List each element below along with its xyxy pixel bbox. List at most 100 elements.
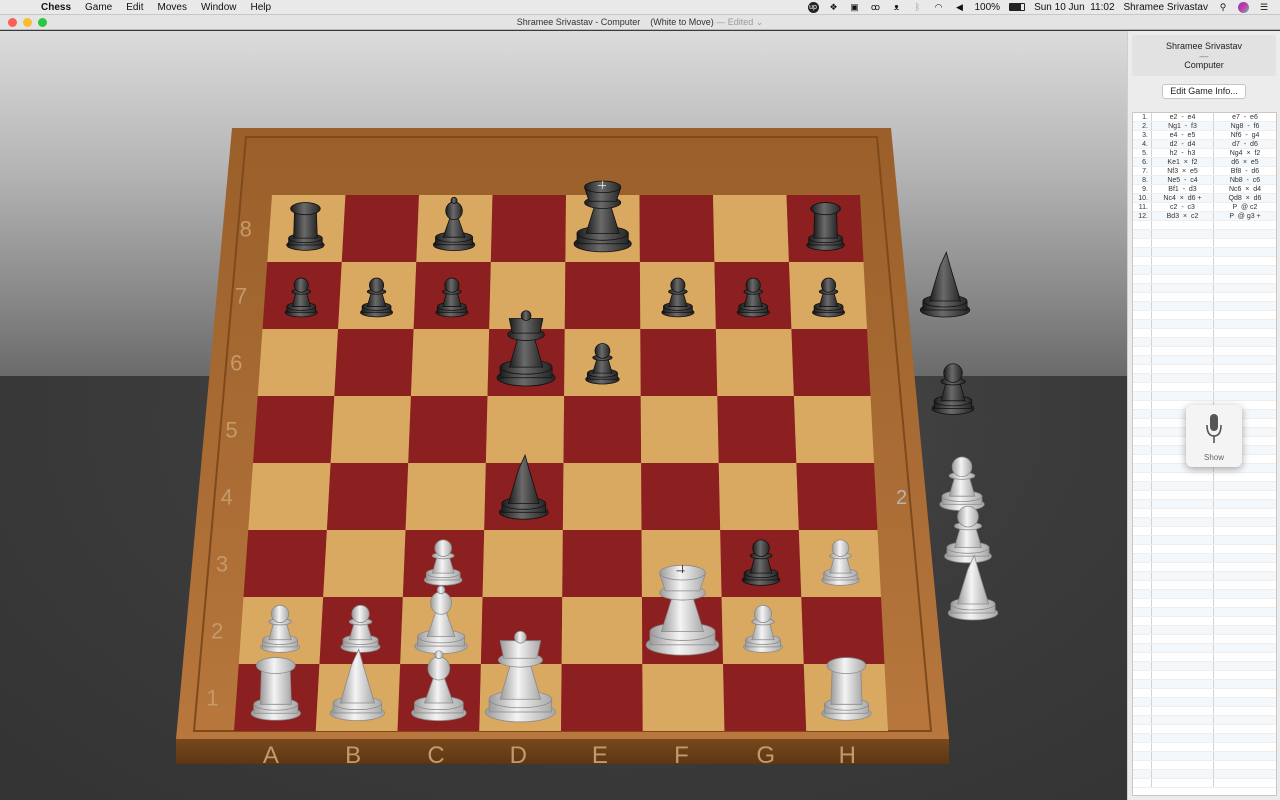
move-row[interactable]: 8. Ne5 - c4 Nb8 - c6 [1133, 176, 1276, 185]
square-b8[interactable] [341, 195, 419, 262]
minimize-button[interactable] [23, 17, 32, 27]
chess-board[interactable]: A B C D E F G H 1 2 3 4 5 6 7 8 2 [0, 31, 1127, 800]
square-b4[interactable] [326, 463, 409, 530]
square-a3[interactable] [243, 530, 327, 597]
clock[interactable]: Sun 10 Jun 11:02 [1034, 2, 1114, 13]
square-e5[interactable] [563, 396, 642, 463]
dropbox-icon[interactable]: ❖ [828, 2, 840, 12]
move-row[interactable] [1133, 581, 1276, 590]
cat-icon[interactable]: ᴥ [891, 2, 903, 12]
move-row[interactable]: 6. Ke1 × f2 d6 × e5 [1133, 158, 1276, 167]
move-row[interactable] [1133, 779, 1276, 788]
move-row[interactable] [1133, 545, 1276, 554]
captured-white-knight[interactable] [947, 554, 999, 621]
square-g6[interactable] [715, 329, 794, 396]
move-row[interactable] [1133, 716, 1276, 725]
move-row[interactable] [1133, 743, 1276, 752]
microphone-icon[interactable] [1205, 413, 1223, 445]
square-b6[interactable] [334, 329, 414, 396]
move-row[interactable] [1133, 239, 1276, 248]
move-row[interactable] [1133, 311, 1276, 320]
square-c5[interactable] [408, 396, 488, 463]
move-row[interactable] [1133, 626, 1276, 635]
move-row[interactable] [1133, 707, 1276, 716]
square-e1[interactable] [561, 664, 643, 731]
square-e4[interactable] [562, 463, 642, 530]
square-g5[interactable] [717, 396, 797, 463]
menu-game[interactable]: Game [78, 2, 119, 13]
volume-icon[interactable]: ◀ [954, 2, 966, 12]
move-row[interactable] [1133, 563, 1276, 572]
move-row[interactable]: 3. e4 - e5 Nf6 - g4 [1133, 131, 1276, 140]
square-f6[interactable] [640, 329, 718, 396]
square-h5[interactable] [793, 396, 874, 463]
move-row[interactable]: 10. Nc4 × d6 + Qd8 × d6 [1133, 194, 1276, 203]
square-b3[interactable] [323, 530, 406, 597]
move-row[interactable]: 11. c2 - c3 P @ c2 [1133, 203, 1276, 212]
move-row[interactable] [1133, 599, 1276, 608]
move-row[interactable] [1133, 500, 1276, 509]
captured-white-pawn[interactable] [939, 456, 985, 512]
move-row[interactable] [1133, 572, 1276, 581]
square-e3[interactable] [562, 530, 642, 597]
square-h6[interactable] [791, 329, 871, 396]
captured-black-knight[interactable] [919, 251, 971, 318]
move-row[interactable] [1133, 320, 1276, 329]
move-row[interactable] [1133, 293, 1276, 302]
move-row[interactable] [1133, 671, 1276, 680]
move-row[interactable] [1133, 554, 1276, 563]
move-row[interactable]: 7. Nf3 × e5 Bf8 - d6 [1133, 167, 1276, 176]
menu-edit[interactable]: Edit [119, 2, 150, 13]
bluetooth-icon[interactable]: ᛒ [912, 2, 924, 12]
square-h4[interactable] [796, 463, 878, 530]
dictation-popup[interactable]: Show [1186, 405, 1242, 467]
board-squares[interactable] [234, 195, 888, 731]
user-name[interactable]: Shramee Srivastav [1124, 2, 1208, 13]
move-row[interactable] [1133, 275, 1276, 284]
move-row[interactable] [1133, 644, 1276, 653]
move-row[interactable] [1133, 266, 1276, 275]
move-row[interactable] [1133, 374, 1276, 383]
zoom-button[interactable] [38, 17, 47, 27]
move-row[interactable]: 9. Bf1 - d3 Nc6 × d4 [1133, 185, 1276, 194]
dictation-show-label[interactable]: Show [1186, 453, 1242, 462]
square-c4[interactable] [405, 463, 486, 530]
notes-icon[interactable]: ▣ [849, 2, 861, 12]
square-f1[interactable] [642, 664, 725, 731]
move-row[interactable] [1133, 491, 1276, 500]
move-row[interactable] [1133, 725, 1276, 734]
square-f4[interactable] [641, 463, 721, 530]
move-row[interactable] [1133, 248, 1276, 257]
square-g4[interactable] [718, 463, 799, 530]
menu-help[interactable]: Help [244, 2, 279, 13]
chess-scene[interactable]: A B C D E F G H 1 2 3 4 5 6 7 8 2 [0, 31, 1127, 800]
square-a6[interactable] [257, 329, 339, 396]
battery-icon[interactable] [1009, 3, 1026, 11]
move-row[interactable]: 1. e2 - e4 e7 - e6 [1133, 113, 1276, 122]
glasses-icon[interactable]: ꝏ [870, 2, 882, 12]
move-row[interactable] [1133, 257, 1276, 266]
square-f8[interactable] [639, 195, 715, 262]
move-row[interactable] [1133, 230, 1276, 239]
move-row[interactable]: 12. Bd3 × c2 P @ g3 + [1133, 212, 1276, 221]
menu-chess[interactable]: Chess [34, 2, 78, 13]
captured-black-pawn[interactable] [931, 363, 975, 415]
menu-moves[interactable]: Moves [150, 2, 193, 13]
edited-indicator[interactable]: — Edited ⌄ [714, 17, 763, 27]
move-row[interactable] [1133, 590, 1276, 599]
move-row[interactable] [1133, 284, 1276, 293]
square-d8[interactable] [490, 195, 566, 262]
square-e7[interactable] [564, 262, 641, 329]
list-icon[interactable]: ☰ [1258, 2, 1270, 12]
edit-game-info-button[interactable]: Edit Game Info... [1162, 84, 1246, 99]
move-row[interactable] [1133, 689, 1276, 698]
upwork-icon[interactable]: up [807, 1, 819, 13]
move-row[interactable] [1133, 347, 1276, 356]
move-row[interactable] [1133, 509, 1276, 518]
move-row[interactable] [1133, 635, 1276, 644]
move-row[interactable] [1133, 536, 1276, 545]
move-row[interactable]: 2. Ng1 - f3 Ng8 - f6 [1133, 122, 1276, 131]
square-a4[interactable] [248, 463, 331, 530]
move-row[interactable] [1133, 698, 1276, 707]
move-row[interactable] [1133, 365, 1276, 374]
